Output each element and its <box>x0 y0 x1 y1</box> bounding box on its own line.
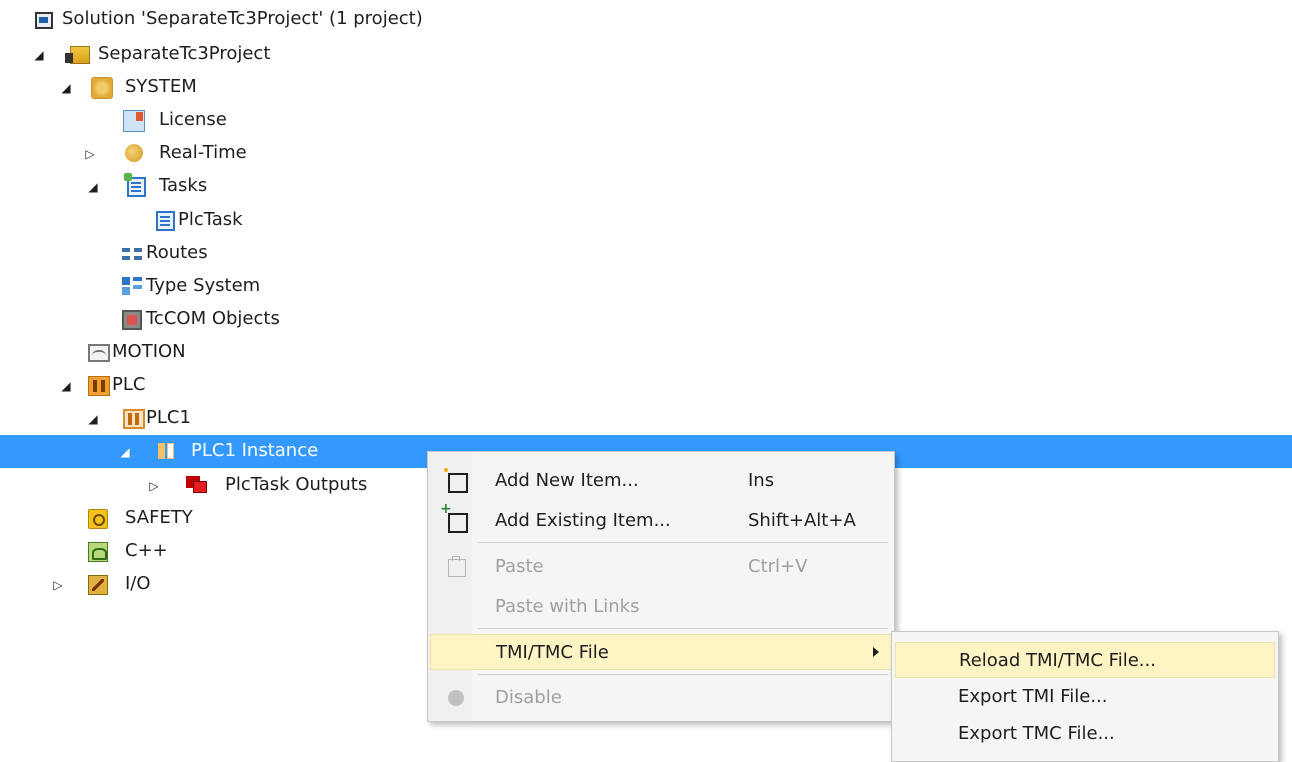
tccom-icon <box>122 310 142 330</box>
disable-icon <box>448 690 464 706</box>
tree-item-motion[interactable]: MOTION <box>0 336 1292 369</box>
realtime-icon <box>125 144 143 162</box>
tree-item-label: SYSTEM <box>125 76 197 97</box>
plc-instance-icon <box>156 442 176 460</box>
license-icon <box>123 110 145 132</box>
menu-item-add-new-item[interactable]: Add New Item... Ins <box>430 463 892 499</box>
system-icon <box>91 77 113 99</box>
tree-item-tasks[interactable]: ◢ Tasks <box>0 170 1292 203</box>
submenu-item-label: Export TMI File... <box>958 686 1108 707</box>
tree-item-license[interactable]: License <box>0 104 1292 137</box>
expanded-arrow-icon[interactable]: ◢ <box>117 444 133 460</box>
type-system-icon <box>122 277 142 295</box>
menu-item-label: Paste <box>495 556 544 577</box>
menu-item-label: Add Existing Item... <box>495 510 671 531</box>
tree-item-typesystem[interactable]: Type System <box>0 270 1292 303</box>
tree-item-label: MOTION <box>112 341 186 362</box>
context-menu: Add New Item... Ins Add Existing Item...… <box>427 451 895 722</box>
menu-item-tmi-tmc-file[interactable]: TMI/TMC File <box>430 634 892 670</box>
expanded-arrow-icon[interactable]: ◢ <box>85 179 101 195</box>
menu-separator <box>478 674 888 675</box>
tree-item-label: License <box>159 109 227 130</box>
cpp-icon <box>88 542 108 562</box>
expanded-arrow-icon[interactable]: ◢ <box>31 47 47 63</box>
menu-item-paste[interactable]: Paste Ctrl+V <box>430 549 892 585</box>
collapsed-arrow-icon[interactable]: ▷ <box>82 146 98 162</box>
menu-item-label: TMI/TMC File <box>496 642 609 663</box>
submenu-item-export-tmi[interactable]: Export TMI File... <box>895 679 1275 715</box>
solution-icon <box>35 12 53 29</box>
tree-item-realtime[interactable]: ▷ Real-Time <box>0 137 1292 170</box>
plc-project-icon <box>123 409 145 429</box>
tree-item-label: I/O <box>125 573 151 594</box>
tree-item-system[interactable]: ◢ SYSTEM <box>0 71 1292 104</box>
tree-item-tccom[interactable]: TcCOM Objects <box>0 303 1292 336</box>
expanded-arrow-icon[interactable]: ◢ <box>58 378 74 394</box>
tree-item-label: PLC1 <box>146 407 191 428</box>
outputs-icon <box>186 476 208 494</box>
tree-item-label: Routes <box>146 242 208 263</box>
tree-item-plc[interactable]: ◢ PLC <box>0 369 1292 402</box>
tree-item-label: PLC1 Instance <box>191 440 319 461</box>
tmi-tmc-submenu: Reload TMI/TMC File... Export TMI File..… <box>891 631 1279 762</box>
menu-item-label: Disable <box>495 687 562 708</box>
menu-item-label: Paste with Links <box>495 596 640 617</box>
add-new-item-icon <box>442 466 468 493</box>
submenu-item-label: Reload TMI/TMC File... <box>959 650 1156 671</box>
menu-separator <box>478 628 888 629</box>
expanded-arrow-icon[interactable]: ◢ <box>85 411 101 427</box>
collapsed-arrow-icon[interactable]: ▷ <box>146 478 162 494</box>
tree-item-label: PLC <box>112 374 146 395</box>
tree-item-label: Solution 'SeparateTc3Project' (1 project… <box>62 8 423 29</box>
motion-icon <box>88 344 110 362</box>
tasks-icon <box>124 173 146 197</box>
menu-separator <box>478 542 888 543</box>
collapsed-arrow-icon[interactable]: ▷ <box>50 577 66 593</box>
menu-item-shortcut: Ctrl+V <box>748 556 808 577</box>
tree-item-label: C++ <box>125 540 168 561</box>
tree-item-label: Real-Time <box>159 142 247 163</box>
tree-item-label: PlcTask <box>178 209 243 230</box>
tree-item-solution[interactable]: Solution 'SeparateTc3Project' (1 project… <box>0 3 1292 36</box>
add-existing-item-icon <box>440 502 468 533</box>
submenu-item-label: Export TMC File... <box>958 723 1115 744</box>
menu-item-add-existing-item[interactable]: Add Existing Item... Shift+Alt+A <box>430 502 892 539</box>
routes-icon <box>122 246 142 262</box>
tree-item-project[interactable]: ◢ SeparateTc3Project <box>0 38 1292 71</box>
tree-item-plctask[interactable]: PlcTask <box>0 204 1292 237</box>
plc-icon <box>88 376 110 396</box>
tree-item-label: PlcTask Outputs <box>225 474 368 495</box>
submenu-arrow-icon <box>873 647 879 657</box>
io-icon <box>88 575 108 595</box>
project-icon <box>65 46 90 64</box>
submenu-item-export-tmc[interactable]: Export TMC File... <box>895 716 1275 752</box>
menu-item-label: Add New Item... <box>495 470 639 491</box>
tree-item-label: SeparateTc3Project <box>98 43 271 64</box>
menu-item-shortcut: Shift+Alt+A <box>748 510 856 531</box>
tree-item-plc1[interactable]: ◢ PLC1 <box>0 402 1292 435</box>
menu-item-disable[interactable]: Disable <box>430 680 892 716</box>
menu-item-shortcut: Ins <box>748 470 775 491</box>
tree-item-label: SAFETY <box>125 507 193 528</box>
submenu-item-reload-tmi-tmc[interactable]: Reload TMI/TMC File... <box>895 642 1275 678</box>
tree-item-label: TcCOM Objects <box>146 308 280 329</box>
menu-item-paste-with-links[interactable]: Paste with Links <box>430 589 892 625</box>
expanded-arrow-icon[interactable]: ◢ <box>58 80 74 96</box>
paste-icon <box>448 556 466 577</box>
safety-icon <box>88 509 108 529</box>
tree-item-routes[interactable]: Routes <box>0 237 1292 270</box>
tree-item-label: Type System <box>146 275 261 296</box>
tree-item-label: Tasks <box>159 175 208 196</box>
plctask-icon <box>156 211 175 231</box>
